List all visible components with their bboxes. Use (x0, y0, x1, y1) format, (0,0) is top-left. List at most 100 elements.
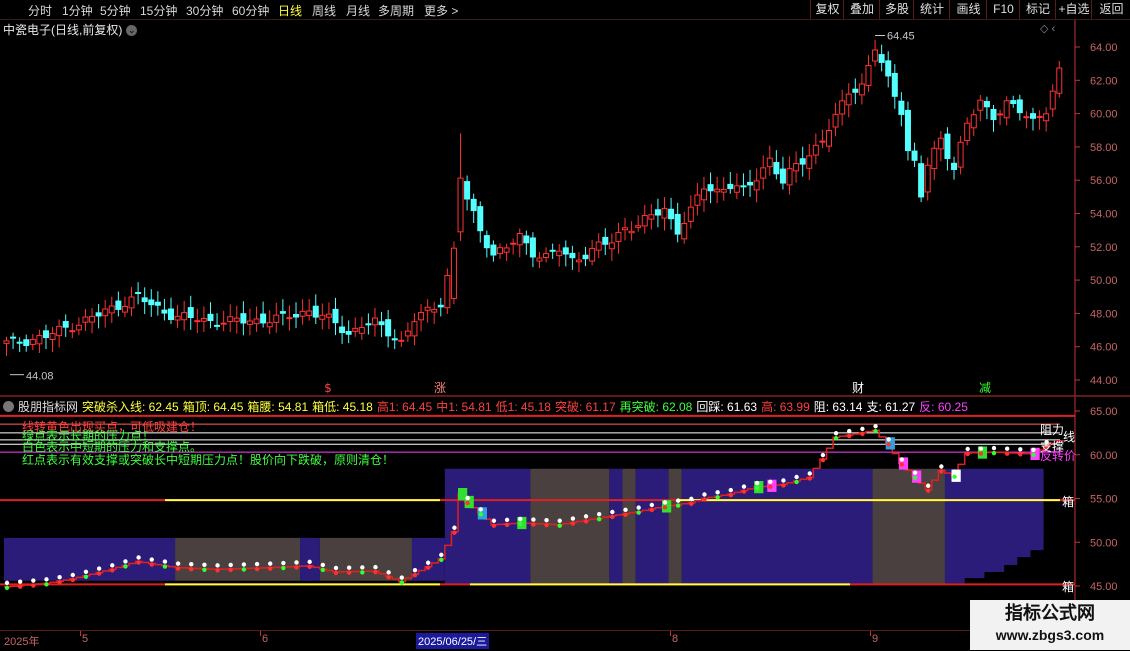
zone-backgrounds (4, 468, 1069, 626)
indicator-note-3: 红点表示有效支撑或突破长中短期压力点！股价向下跌破，原则清仓！ (22, 453, 395, 467)
date-label-4: 8 (672, 633, 679, 645)
date-label-1: 5 (82, 633, 89, 645)
date-label-0: 2025年 (4, 636, 40, 648)
signal-dot (768, 479, 773, 485)
signal-dot (649, 502, 655, 508)
signal-dot (583, 519, 589, 524)
signal-dot (386, 570, 391, 575)
date-tick (260, 631, 261, 636)
signal-dot (991, 450, 997, 456)
signal-dot (254, 566, 260, 572)
signal-dot (781, 478, 786, 483)
zone (319, 537, 412, 581)
date-tick (80, 631, 81, 636)
signal-dot (320, 567, 326, 573)
signal-dot (689, 496, 694, 502)
signal-dot (70, 572, 76, 578)
signal-dot (17, 579, 23, 584)
signal-dot (531, 522, 536, 527)
zone (530, 468, 610, 585)
signal-dot (728, 492, 733, 498)
signal-dot (873, 424, 878, 429)
signal-dot (978, 451, 984, 456)
signal-dot (860, 431, 865, 437)
signal-dot (926, 488, 931, 493)
signal-dot (373, 569, 378, 575)
signal-dot (1031, 452, 1036, 458)
signal-dot (478, 512, 483, 517)
signal-dot (991, 445, 997, 451)
signal-dot (847, 433, 852, 439)
signal-dot (399, 580, 404, 585)
zone (668, 468, 682, 585)
signal-dot (689, 501, 694, 507)
signal-dot (478, 507, 483, 512)
signal-dot (254, 561, 260, 567)
zone (635, 468, 669, 585)
indicator-right-label-4: 箱 (1062, 495, 1075, 509)
signal-dot (57, 574, 62, 580)
zone (872, 468, 945, 585)
watermark-title: 指标公式网 (1005, 603, 1095, 623)
signal-dot (136, 560, 141, 565)
signal-dot (794, 474, 799, 480)
signal-dot (346, 565, 352, 570)
signal-dot (833, 436, 839, 441)
signal-dot (281, 565, 286, 571)
signal-dot (268, 566, 273, 571)
selected-date: 2025/06/25/三 (416, 633, 490, 649)
signal-dot (926, 483, 931, 488)
signal-dot (452, 525, 457, 530)
signal-dot (241, 562, 247, 567)
signal-dot (715, 490, 720, 495)
indicator-right-label-3: 反转价 (1040, 449, 1077, 463)
signal-dot (110, 568, 115, 573)
signal-dot (149, 557, 154, 562)
signal-dot (399, 575, 404, 580)
signal-dot (215, 563, 220, 568)
signal-dot (939, 464, 944, 469)
watermark-logo: 指标公式网 www.zbgs3.com (970, 600, 1130, 650)
indicator-right-label-5: 箱 (1062, 580, 1075, 594)
signal-dot (544, 522, 549, 528)
signal-dot (386, 575, 391, 580)
signal-dot (17, 584, 23, 589)
signal-dot (491, 518, 497, 523)
signal-dot (228, 567, 233, 573)
date-label-2: 6 (262, 633, 269, 645)
indicator-tick-label: 55.00 (1090, 494, 1118, 506)
signal-dot (754, 480, 760, 486)
signal-dot (149, 562, 154, 567)
signal-dot (465, 500, 470, 506)
signal-dot (623, 507, 628, 513)
signal-dot (452, 530, 457, 535)
signal-dot (570, 516, 576, 521)
signal-dot (807, 471, 812, 476)
signal-dot (1031, 447, 1036, 453)
signal-dot (794, 479, 799, 485)
signal-dot (307, 564, 312, 570)
signal-dot (781, 483, 786, 488)
signal-dot (662, 505, 668, 510)
signal-dot (175, 566, 181, 571)
indicator-right-label-1: 线 (1063, 430, 1076, 444)
signal-dot (636, 510, 641, 515)
signal-dot (202, 567, 207, 572)
signal-dot (860, 426, 865, 432)
signal-dot (912, 475, 918, 480)
zone (622, 468, 636, 585)
zone (609, 468, 623, 585)
signal-dot (360, 565, 365, 570)
signal-dot (360, 570, 365, 575)
signal-dot (978, 446, 984, 451)
date-tick (670, 631, 671, 636)
signal-dot (412, 567, 418, 573)
signal-dot (333, 570, 339, 576)
signal-dot (873, 429, 878, 434)
date-tick (870, 631, 871, 636)
zone (175, 537, 301, 581)
indicator-chart[interactable]: 65.00 60.00 55.00 50.00 45.00 (0, 0, 1130, 650)
signal-dot (465, 495, 470, 501)
signal-dot (675, 503, 681, 508)
signal-dot (504, 522, 510, 528)
